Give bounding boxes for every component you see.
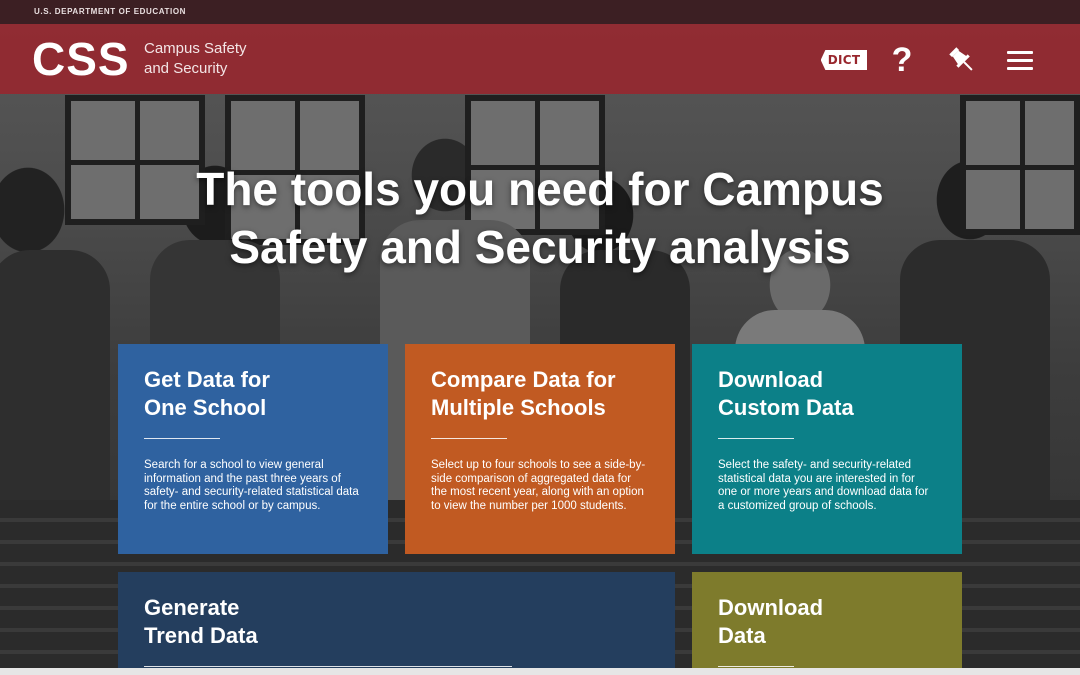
card-title: Get Data for One School [144, 367, 270, 420]
card-description: Search for a school to view general info… [144, 459, 359, 512]
card-title: Download Data [718, 595, 824, 648]
card-description: Select up to four schools to see a side-… [431, 459, 646, 512]
dictionary-icon-label: DICT [820, 50, 868, 70]
hamburger-bars [1007, 46, 1033, 75]
logo-mark[interactable]: CSS [32, 35, 130, 83]
hero-title-line1: The tools you need for Campus [196, 163, 884, 215]
card-title: Generate Trend Data [144, 595, 258, 648]
page-bottom-strip [0, 668, 1080, 675]
card-generate-trend-data[interactable]: Generate Trend Data [118, 572, 675, 675]
site-header: CSS Campus Safety and Security DICT ? [0, 24, 1080, 94]
menu-icon[interactable] [1000, 40, 1040, 80]
card-compare-multiple-schools[interactable]: Compare Data for Multiple Schools Select… [405, 344, 675, 554]
logo-text-line1: Campus Safety [144, 40, 247, 57]
card-download-custom-data[interactable]: Download Custom Data Select the safety- … [692, 344, 962, 554]
hero-background-photo [0, 0, 1080, 668]
logo-text[interactable]: Campus Safety and Security [144, 39, 247, 79]
gov-banner: U.S. DEPARTMENT OF EDUCATION [0, 0, 1080, 24]
card-title: Compare Data for Multiple Schools [431, 367, 616, 420]
help-icon[interactable]: ? [882, 40, 922, 80]
pin-icon-graphic [949, 47, 973, 71]
card-divider [718, 666, 794, 667]
card-description: Select the safety- and security-related … [718, 459, 929, 512]
card-divider [431, 438, 507, 439]
logo-text-line2: and Security [144, 60, 228, 77]
dictionary-icon[interactable]: DICT [820, 40, 868, 80]
hero-title: The tools you need for Campus Safety and… [140, 160, 940, 276]
hero-title-line2: Safety and Security analysis [229, 221, 851, 273]
pin-icon[interactable] [942, 40, 982, 80]
card-get-data-one-school[interactable]: Get Data for One School Search for a sch… [118, 344, 388, 554]
gov-banner-text: U.S. DEPARTMENT OF EDUCATION [34, 7, 187, 16]
card-title: Download Custom Data [718, 367, 854, 420]
card-divider [718, 438, 794, 439]
card-divider [144, 666, 512, 667]
card-divider [144, 438, 220, 439]
card-download-data[interactable]: Download Data [692, 572, 962, 675]
